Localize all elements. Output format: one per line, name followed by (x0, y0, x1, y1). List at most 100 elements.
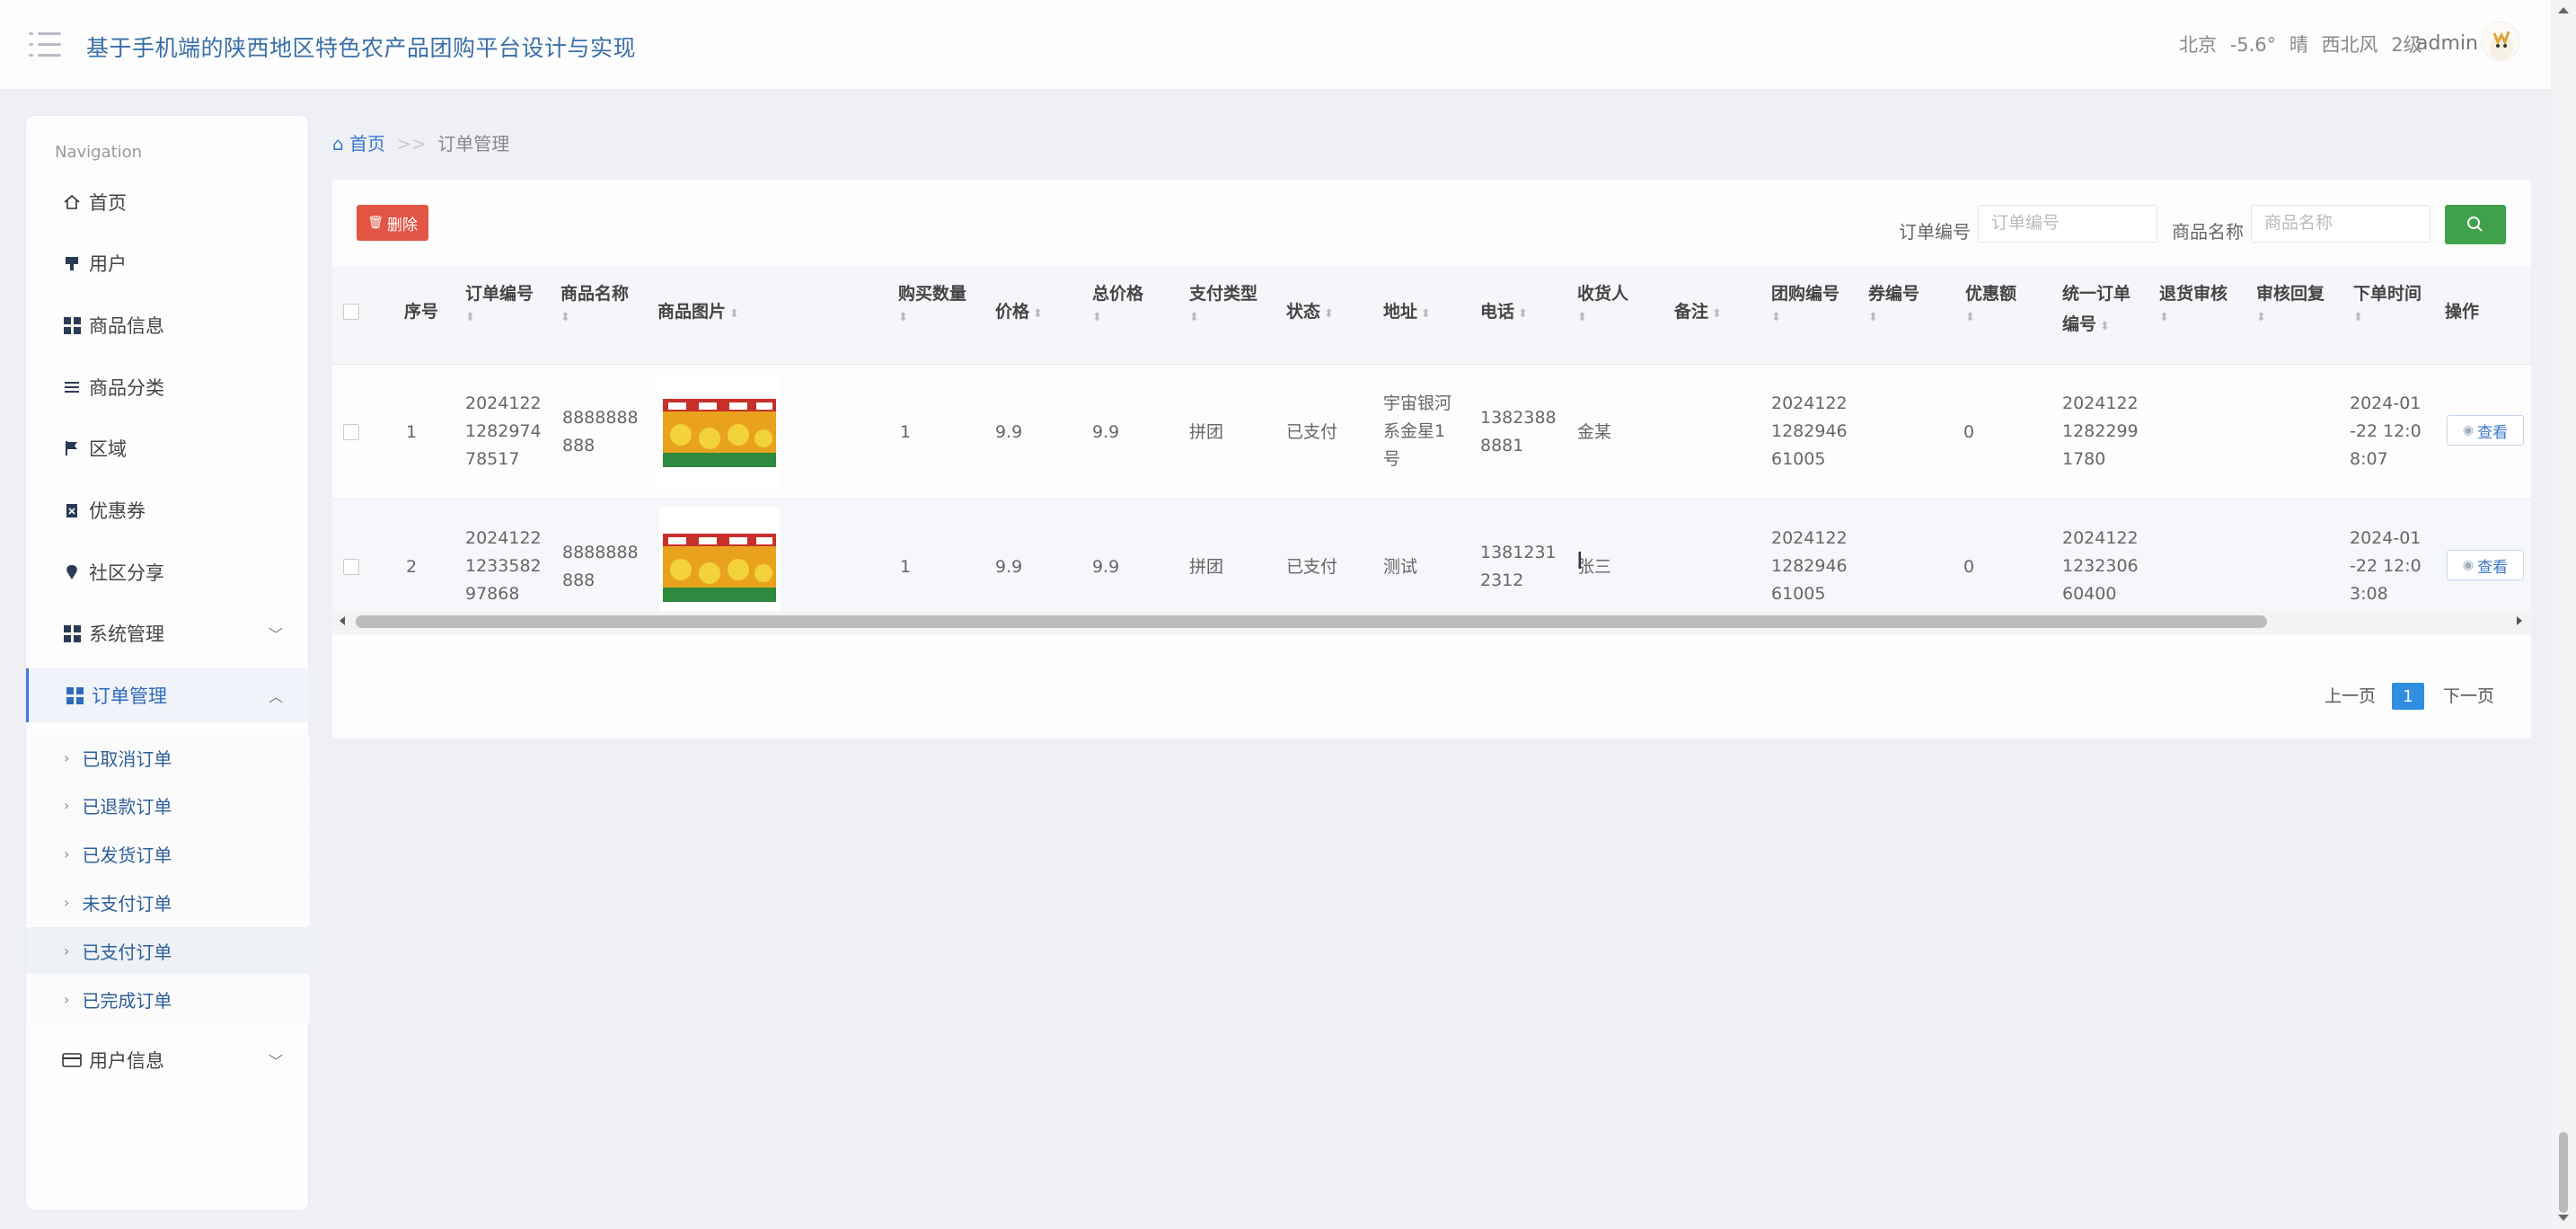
col-price[interactable]: 价格 ⬍ (995, 296, 1043, 330)
col-coupon-no[interactable]: 券编号 ⬍ (1868, 279, 1919, 327)
col-quantity[interactable]: 购买数量 ⬍ (898, 279, 966, 327)
user-name[interactable]: admin (2416, 32, 2478, 55)
scrollbar-thumb[interactable] (356, 615, 2267, 628)
sidebar-item-label: 系统管理 (89, 623, 164, 645)
view-button[interactable]: ◉ 查看 (2447, 415, 2524, 446)
sidebar-subitem-shipped[interactable]: › 已发货订单 (26, 830, 310, 877)
cell-quantity: 1 (900, 422, 912, 442)
page-number-current[interactable]: 1 (2392, 683, 2424, 710)
sidebar-subitem-label: 已完成订单 (82, 989, 172, 1012)
sidebar-item-goods-info[interactable]: 商品信息 (26, 298, 310, 352)
select-all-checkbox[interactable] (343, 304, 359, 320)
avatar[interactable] (2481, 22, 2520, 61)
sidebar-item-label: 订单管理 (92, 685, 167, 707)
sidebar-subitem-refunded[interactable]: › 已退款订单 (26, 782, 310, 828)
search-button[interactable] (2445, 205, 2506, 244)
breadcrumb: ⌂ 首页 >> 订单管理 (332, 129, 509, 155)
table-header: 序号 订单编号 ⬍ 商品名称 ⬍ 商品图片 ⬍ 购买数量 ⬍ 价格 ⬍ 总价格 ⬍ 支付类型… (332, 266, 2531, 365)
row-checkbox[interactable] (343, 424, 359, 440)
scroll-right-icon[interactable] (2517, 616, 2522, 625)
grid-icon (62, 315, 82, 335)
col-refund-review[interactable]: 退货审核 ⬍ (2159, 279, 2228, 327)
eye-icon: ◉ (2462, 558, 2475, 572)
sidebar-item-user-info[interactable]: 用户信息 ﹀ (26, 1033, 310, 1087)
next-page-button[interactable]: 下一页 (2443, 683, 2494, 707)
col-label: 收货人 (1577, 284, 1629, 304)
breadcrumb-home-label: 首页 (349, 133, 386, 155)
col-discount[interactable]: 优惠额 ⬍ (1965, 279, 2016, 327)
order-panel: 🗑 删除 订单编号 商品名称 序号 订单编号⬍ 商品名称⬍ 商品图片⬍ 购买数量… (332, 180, 2531, 738)
sidebar-item-user[interactable]: 用户 (26, 236, 310, 290)
col-label: 地址 (1383, 302, 1418, 322)
col-unified-no[interactable]: 统一订单 编号 ⬍ (2062, 279, 2130, 342)
col-review-reply[interactable]: 审核回复 ⬍ (2256, 279, 2325, 327)
col-order-no[interactable]: 订单编号 ⬍ (465, 279, 534, 327)
col-address[interactable]: 地址 ⬍ (1383, 296, 1431, 330)
goods-image[interactable] (659, 507, 780, 627)
sidebar-subitem-paid[interactable]: › 已支付订单 (26, 927, 310, 974)
col-goods-image[interactable]: 商品图片 ⬍ (657, 296, 739, 330)
sidebar-item-order-management[interactable]: 订单管理 ︿ (26, 668, 310, 722)
cell-group-no: 2024122 1282946 61005 (1771, 528, 1848, 604)
sidebar-subitem-label: 已退款订单 (82, 795, 172, 818)
col-order-time[interactable]: 下单时间 ⬍ (2353, 279, 2422, 327)
chevron-right-icon: › (64, 796, 70, 814)
view-button[interactable]: ◉ 查看 (2447, 550, 2524, 580)
col-label: 购买数量 (898, 284, 967, 304)
grid-icon (62, 623, 82, 643)
goods-name-label: 商品名称 (2172, 221, 2244, 243)
sidebar-item-community-share[interactable]: 社区分享 (26, 545, 310, 599)
col-phone[interactable]: 电话 ⬍ (1480, 296, 1528, 330)
menu-toggle-icon[interactable] (29, 31, 61, 59)
sidebar-subitem-cancelled[interactable]: › 已取消订单 (26, 734, 310, 781)
page-scrollbar[interactable] (2551, 0, 2576, 1229)
weather-cond: 晴 (2289, 34, 2308, 56)
goods-name-input[interactable] (2251, 205, 2430, 243)
col-total[interactable]: 总价格 ⬍ (1092, 279, 1143, 327)
col-status[interactable]: 状态 ⬍ (1286, 296, 1334, 330)
cell-discount: 0 (1963, 557, 1975, 577)
delete-button[interactable]: 🗑 删除 (357, 205, 428, 241)
cell-total: 9.9 (1092, 557, 1120, 577)
table-horizontal-scrollbar[interactable] (332, 611, 2531, 631)
col-label: 电话 (1480, 302, 1515, 322)
cell-index: 1 (406, 422, 418, 442)
row-checkbox[interactable] (343, 559, 359, 575)
text-cursor-icon: I (1576, 548, 1584, 575)
sidebar-subitem-label: 未支付订单 (82, 892, 172, 915)
location-icon (62, 562, 82, 582)
cell-discount: 0 (1963, 422, 1975, 442)
col-pay-type[interactable]: 支付类型 ⬍ (1189, 279, 1257, 327)
prev-page-button[interactable]: 上一页 (2325, 683, 2376, 707)
col-label: 下单时间 (2353, 284, 2422, 304)
breadcrumb-home[interactable]: ⌂ 首页 (332, 133, 391, 155)
weather-info: 北京 -5.6° 晴 西北风 2级 (2179, 31, 2430, 57)
chevron-down-icon: ﹀ (268, 626, 283, 643)
sidebar-subitem-unpaid[interactable]: › 未支付订单 (26, 879, 310, 925)
sidebar-item-coupon[interactable]: 优惠券 (26, 483, 310, 537)
sidebar-item-label: 用户 (89, 253, 127, 275)
home-icon: ⌂ (332, 133, 344, 155)
grid-icon (65, 685, 84, 705)
cell-address: 宇宙银河 系金星1 号 (1383, 393, 1452, 469)
list-icon (62, 377, 82, 397)
col-remark[interactable]: 备注 ⬍ (1674, 296, 1722, 330)
delete-button-label: 删除 (386, 216, 418, 234)
col-group-no[interactable]: 团购编号 ⬍ (1771, 279, 1839, 327)
sidebar-item-goods-category[interactable]: 商品分类 (26, 360, 310, 414)
weather-city: 北京 (2179, 34, 2217, 56)
goods-image[interactable] (659, 372, 780, 492)
sidebar-item-system-management[interactable]: 系统管理 ﹀ (26, 606, 310, 660)
col-label: 总价格 (1092, 284, 1144, 304)
col-goods-name[interactable]: 商品名称 ⬍ (560, 279, 629, 327)
cell-receiver: 金某 (1577, 422, 1612, 442)
order-no-input[interactable] (1978, 205, 2157, 243)
sidebar-item-region[interactable]: 区域 (26, 421, 310, 475)
sidebar-subitem-completed[interactable]: › 已完成订单 (26, 976, 310, 1022)
sidebar-item-label: 首页 (89, 192, 127, 214)
scroll-left-icon[interactable] (340, 616, 345, 625)
col-receiver[interactable]: 收货人 ⬍ (1577, 279, 1628, 327)
col-label: 备注 (1674, 302, 1709, 322)
chevron-right-icon: › (64, 942, 70, 959)
sidebar-item-home[interactable]: 首页 (26, 175, 310, 229)
